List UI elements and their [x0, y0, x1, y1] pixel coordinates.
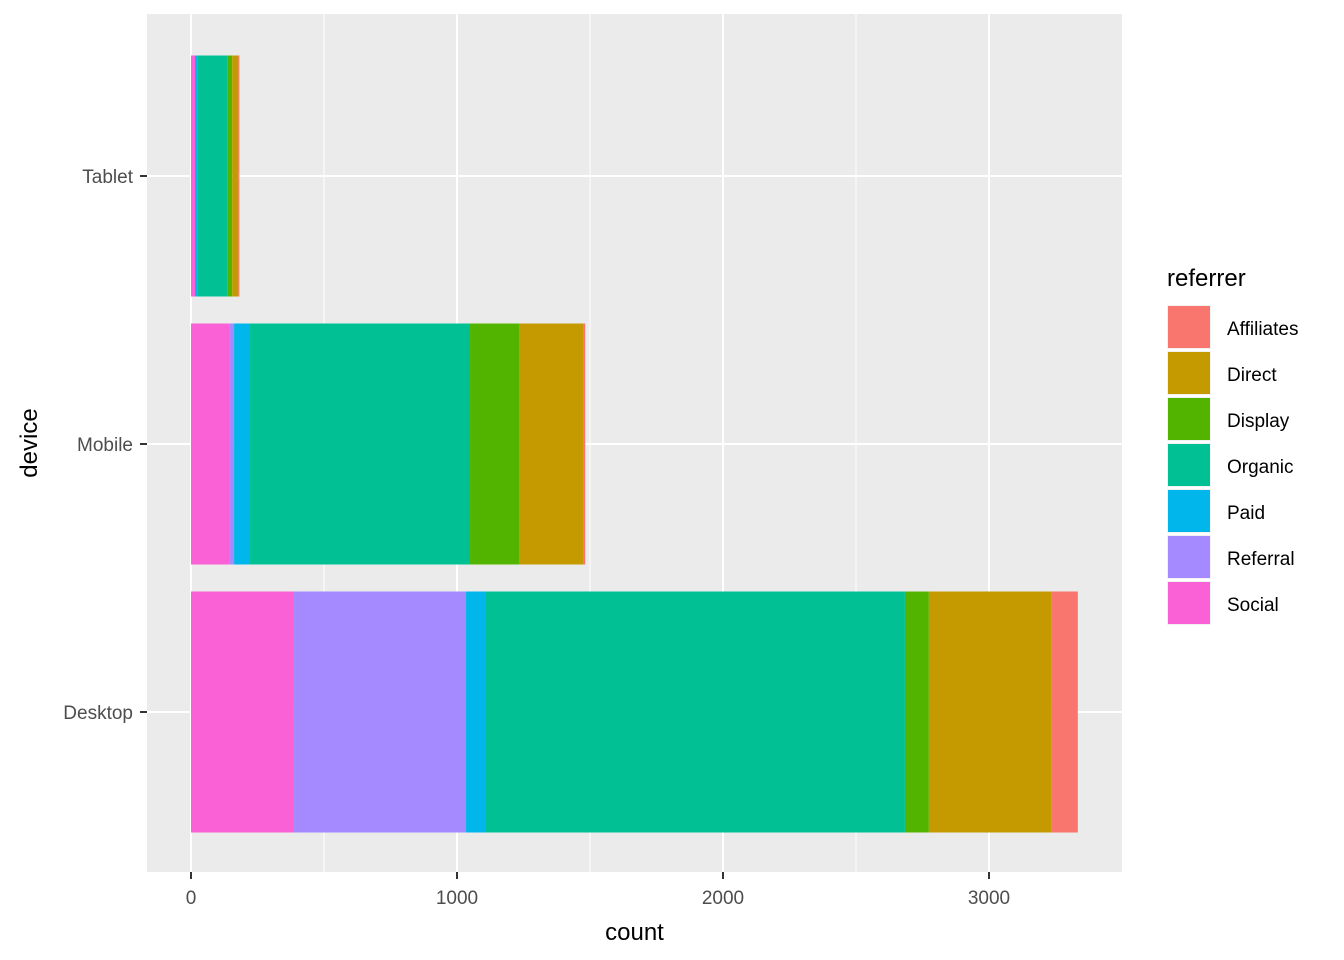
- x-axis-title: count: [605, 919, 664, 946]
- bar-tablet-display: [227, 55, 233, 297]
- legend-item-affiliates: Affiliates: [1167, 305, 1298, 349]
- legend-swatch: [1168, 582, 1210, 624]
- y-axis-title: device: [16, 408, 43, 477]
- bar-mobile-social: [191, 323, 230, 565]
- legend-title: referrer: [1167, 265, 1246, 292]
- x-tick-label: 1000: [436, 888, 478, 909]
- x-tick-label: 0: [186, 888, 197, 909]
- y-tick-label: Desktop: [63, 703, 133, 724]
- legend-label: Display: [1227, 411, 1290, 432]
- x-tick-label: 2000: [702, 888, 744, 909]
- bar-mobile-display: [470, 323, 519, 565]
- legend-swatch: [1168, 398, 1210, 440]
- legend: referrer Affiliates Direct Display Organic P…: [1167, 265, 1298, 625]
- bar-desktop-social: [191, 591, 294, 833]
- legend-label: Paid: [1227, 503, 1265, 524]
- bar-mobile-paid: [234, 323, 251, 565]
- bar-tablet-paid: [194, 55, 198, 297]
- x-tick-label: 3000: [968, 888, 1010, 909]
- bar-desktop-direct: [928, 591, 1052, 833]
- bar-tablet-social: [191, 55, 195, 297]
- legend-label: Referral: [1227, 549, 1295, 570]
- y-tick-label: Tablet: [82, 167, 133, 188]
- bar-mobile-organic: [250, 323, 471, 565]
- bar-desktop-referral: [293, 591, 467, 833]
- legend-label: Social: [1227, 595, 1279, 616]
- y-axis: Desktop Mobile Tablet: [63, 167, 147, 724]
- legend-item-paid: Paid: [1167, 489, 1265, 533]
- bar-desktop-display: [904, 591, 929, 833]
- legend-swatch: [1168, 352, 1210, 394]
- legend-label: Affiliates: [1227, 319, 1298, 340]
- legend-label: Direct: [1227, 365, 1277, 386]
- legend-item-organic: Organic: [1167, 443, 1294, 487]
- bar-desktop-organic: [485, 591, 905, 833]
- legend-item-direct: Direct: [1167, 351, 1277, 395]
- bar-tablet-direct: [232, 55, 239, 297]
- x-axis: 0 1000 2000 3000: [186, 872, 1010, 909]
- bar-mobile-direct: [518, 323, 584, 565]
- bar-tablet-organic: [197, 55, 228, 297]
- legend-swatch: [1168, 306, 1210, 348]
- legend-swatch: [1168, 536, 1210, 578]
- legend-label: Organic: [1227, 457, 1294, 478]
- legend-item-referral: Referral: [1167, 535, 1295, 579]
- bar-tablet-affiliates: [238, 55, 240, 297]
- legend-item-social: Social: [1167, 581, 1279, 625]
- chart: DesktopMobileTablet 0 1000 2000 3000 count …: [16, 14, 1298, 946]
- bar-mobile-referral: [229, 323, 235, 565]
- legend-swatch: [1168, 490, 1210, 532]
- bar-mobile-affiliates: [583, 323, 586, 565]
- legend-swatch: [1168, 444, 1210, 486]
- bar-desktop-paid: [466, 591, 486, 833]
- bar-desktop-affiliates: [1051, 591, 1078, 833]
- y-tick-label: Mobile: [77, 435, 133, 456]
- legend-item-display: Display: [1167, 397, 1290, 441]
